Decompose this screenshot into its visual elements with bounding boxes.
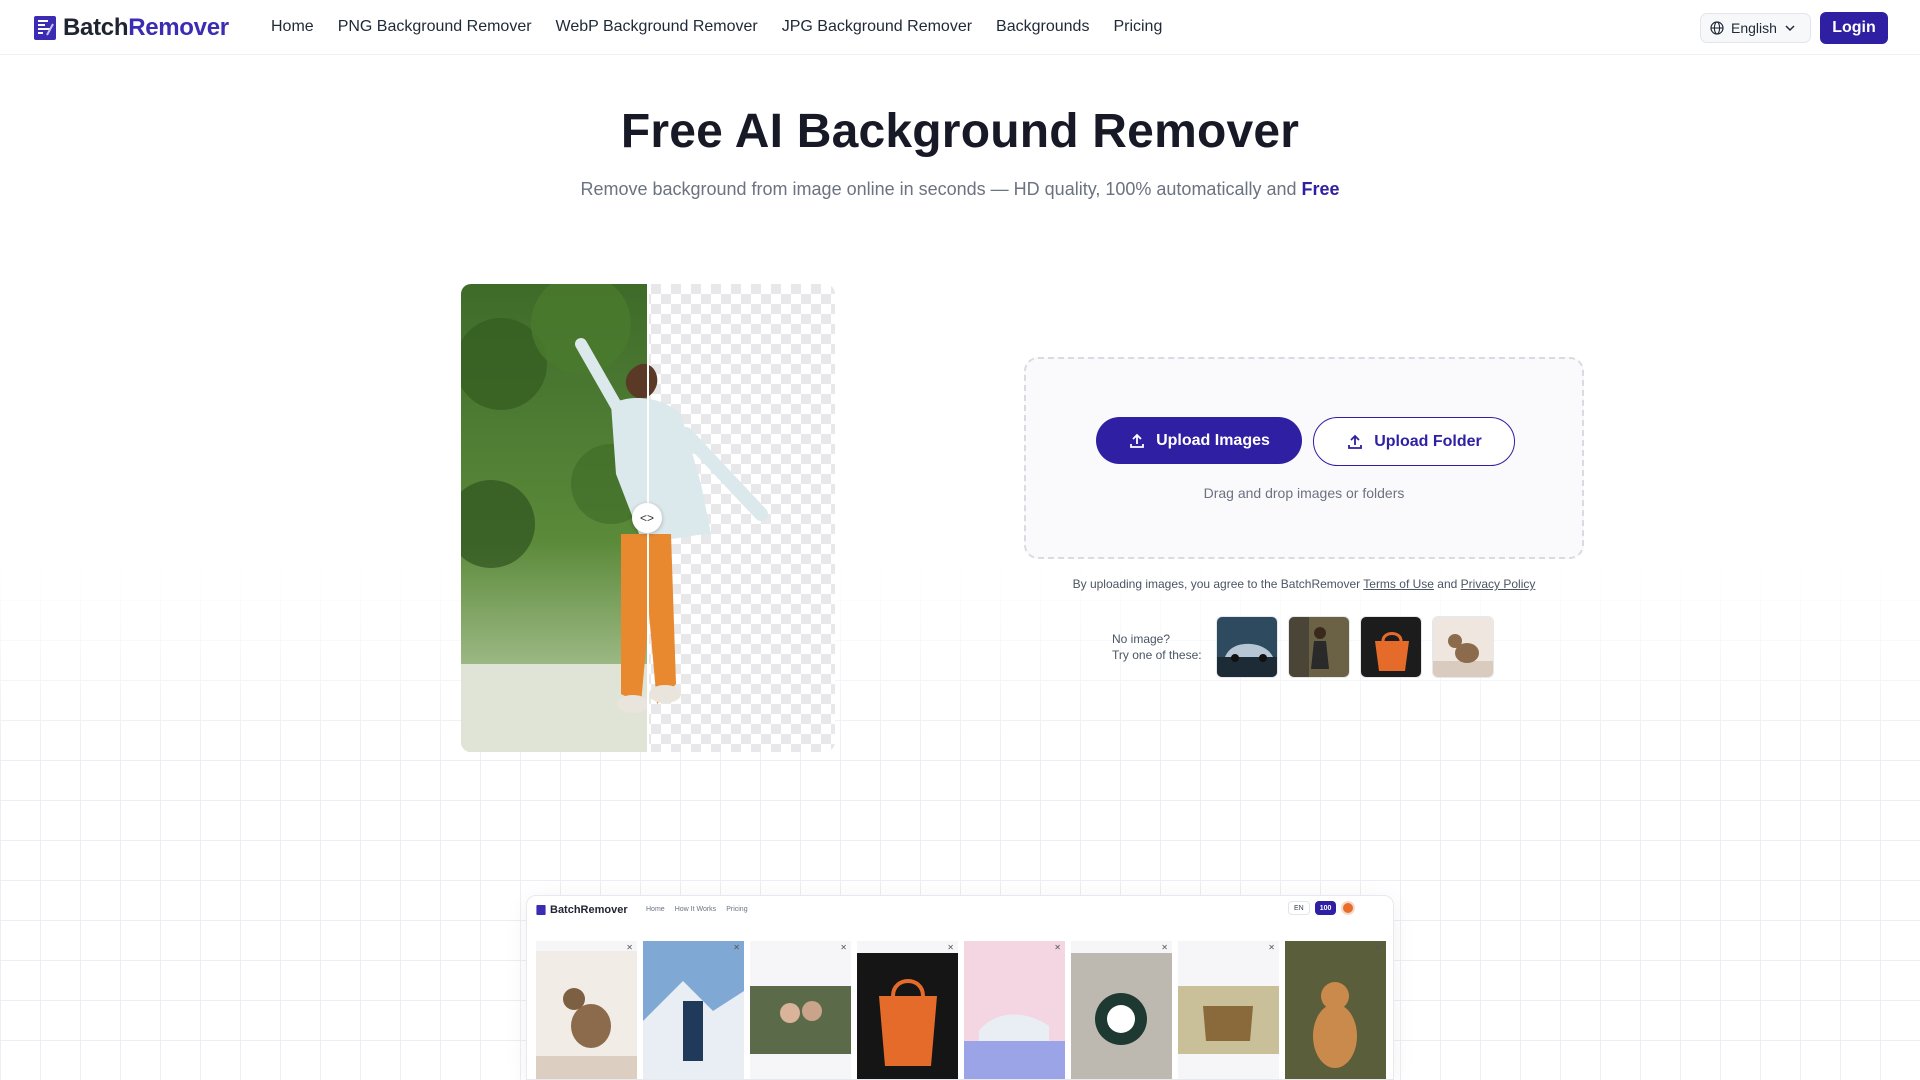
sample-prompt: No image? Try one of these: (1112, 631, 1202, 663)
page-title: Free AI Background Remover (620, 105, 1300, 158)
nav-links: Home PNG Background Remover WebP Backgro… (271, 18, 1162, 36)
login-button[interactable]: Login (1820, 12, 1888, 44)
before-after-comparison[interactable]: <> (461, 284, 835, 752)
preview-image-cards: ✕ ✕ ✕ ✕ ✕ ✕ ✕ ✕ (536, 941, 1386, 1079)
language-selector[interactable]: English (1700, 13, 1811, 43)
upload-dropzone[interactable]: Upload Images Upload Folder Drag and dro… (1024, 357, 1584, 559)
sample-image-person[interactable] (1288, 616, 1350, 678)
preview-card-logo: ✕ (1071, 941, 1172, 1079)
sample-prompt-line1: No image? (1112, 632, 1171, 646)
close-icon: ✕ (947, 943, 954, 952)
preview-navbar: BatchRemover Home How It Works Pricing E… (527, 896, 1393, 922)
cat-image (536, 951, 637, 1079)
nav-link-jpg-background-remover[interactable]: JPG Background Remover (782, 18, 972, 36)
sample-image-cat[interactable] (1432, 616, 1494, 678)
nav-link-home[interactable]: Home (271, 18, 314, 36)
cat-thumbnail (1433, 617, 1493, 677)
code-icon: <> (639, 511, 654, 525)
upload-icon (1130, 433, 1144, 448)
upload-icon (1348, 434, 1363, 449)
terms-of-use-link[interactable]: Terms of Use (1363, 577, 1434, 591)
logo-icon (34, 16, 56, 40)
top-navbar: BatchRemover Home PNG Background Remover… (0, 0, 1920, 55)
close-icon: ✕ (733, 943, 740, 952)
page-subtitle: Remove background from image online in s… (0, 179, 1920, 200)
car-thumbnail (1217, 617, 1277, 677)
preview-link-how-it-works: How It Works (674, 906, 717, 913)
couple-snow-image (643, 941, 744, 1079)
upload-images-button[interactable]: Upload Images (1096, 417, 1302, 464)
upload-folder-button[interactable]: Upload Folder (1313, 417, 1515, 466)
sneaker-image (964, 941, 1065, 1079)
privacy-policy-link[interactable]: Privacy Policy (1461, 577, 1536, 591)
logo-text: BatchRemover (63, 14, 229, 42)
sample-image-bag[interactable] (1360, 616, 1422, 678)
logo[interactable]: BatchRemover (33, 14, 229, 42)
nav-link-png-background-remover[interactable]: PNG Background Remover (338, 18, 532, 36)
preview-nav-links: Home How It Works Pricing (646, 906, 748, 913)
upload-folder-label: Upload Folder (1374, 432, 1482, 450)
chevron-down-icon (1785, 25, 1795, 32)
terms-notice: By uploading images, you agree to the Ba… (1024, 577, 1584, 591)
preview-card-handbag: ✕ (1178, 941, 1279, 1079)
close-icon: ✕ (626, 943, 633, 952)
avatar (1341, 901, 1356, 915)
bag-image (857, 953, 958, 1079)
preview-card-sneaker: ✕ (964, 941, 1065, 1079)
nav-link-backgrounds[interactable]: Backgrounds (996, 18, 1089, 36)
sample-image-car[interactable] (1216, 616, 1278, 678)
language-label: English (1731, 20, 1777, 36)
preview-card-couple-snow: ✕ (643, 941, 744, 1079)
preview-card-dog: ✕ (1285, 941, 1386, 1079)
starbucks-image (1071, 953, 1172, 1079)
close-icon: ✕ (840, 943, 847, 952)
close-icon: ✕ (1161, 943, 1168, 952)
sample-prompt-line2: Try one of these: (1112, 648, 1202, 662)
handbag-image (1178, 986, 1279, 1054)
comparison-slider-handle[interactable]: <> (632, 503, 662, 533)
globe-icon (1710, 21, 1724, 35)
nav-link-webp-background-remover[interactable]: WebP Background Remover (556, 18, 758, 36)
close-icon: ✕ (1375, 943, 1382, 952)
close-icon: ✕ (1268, 943, 1275, 952)
person-thumbnail (1289, 617, 1349, 677)
close-icon: ✕ (1054, 943, 1061, 952)
preview-logo: BatchRemover (536, 904, 628, 916)
preview-credits: 100 (1314, 901, 1337, 915)
preview-language: EN (1288, 901, 1310, 915)
bag-thumbnail (1361, 617, 1421, 677)
couple-image (750, 986, 851, 1054)
preview-logo-text: BatchRemover (550, 904, 628, 916)
terms-and: and (1437, 577, 1458, 591)
preview-card-couple: ✕ (750, 941, 851, 1079)
preview-link-pricing: Pricing (726, 906, 748, 913)
upload-images-label: Upload Images (1156, 431, 1270, 449)
subtitle-text: Remove background from image online in s… (580, 179, 1297, 199)
preview-nav-right: EN 100 (1288, 901, 1356, 915)
preview-link-home: Home (646, 906, 665, 913)
logo-icon (536, 905, 546, 915)
subtitle-free: Free (1301, 179, 1340, 199)
preview-card-bag: ✕ (857, 941, 958, 1079)
nav-link-pricing[interactable]: Pricing (1113, 18, 1162, 36)
preview-card-cat: ✕ (536, 941, 637, 1079)
terms-prefix: By uploading images, you agree to the Ba… (1072, 577, 1361, 591)
sample-images (1216, 616, 1494, 678)
drop-hint: Drag and drop images or folders (1203, 485, 1405, 501)
logo-text-remover: Remover (128, 14, 229, 41)
dog-image (1285, 941, 1386, 1079)
logo-text-batch: Batch (63, 14, 129, 41)
app-preview: BatchRemover Home How It Works Pricing E… (526, 895, 1394, 1080)
